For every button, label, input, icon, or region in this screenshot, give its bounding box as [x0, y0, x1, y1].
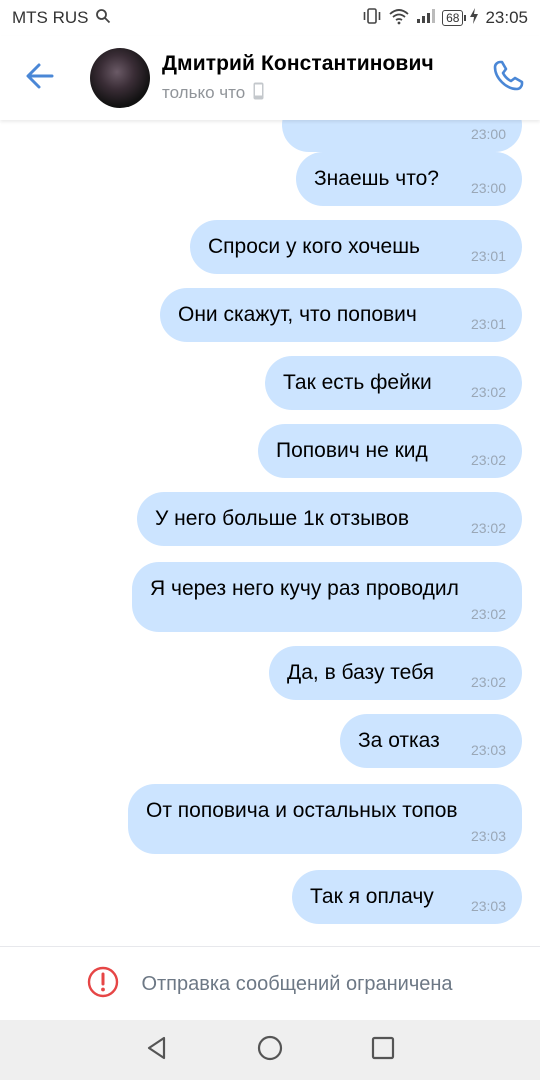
nav-back-button[interactable]	[137, 1030, 177, 1070]
message-time: 23:00	[470, 126, 506, 142]
mobile-phone-icon	[253, 82, 264, 105]
status-left: MTS RUS	[12, 8, 111, 29]
message-text: У него больше 1к отзывов	[155, 507, 409, 530]
vibrate-icon	[362, 7, 382, 30]
message-text: Так я оплачу	[310, 885, 434, 908]
message-bubble[interactable]: Спроси у кого хочешь 23:01	[190, 220, 522, 274]
contact-status: только что	[162, 82, 434, 105]
message-time: 23:02	[470, 384, 506, 400]
home-circle-icon	[256, 1034, 284, 1067]
chat-header: Дмитрий Константинович только что	[0, 36, 540, 120]
charging-icon	[469, 7, 479, 29]
back-triangle-icon	[144, 1035, 170, 1066]
message-text: Они скажут, что попович	[178, 303, 417, 326]
message-time: 23:02	[470, 452, 506, 468]
status-bar: MTS RUS 68 23:05	[0, 0, 540, 36]
nav-recents-button[interactable]	[363, 1030, 403, 1070]
message-time: 23:03	[470, 898, 506, 914]
message-time: 23:02	[470, 674, 506, 690]
battery-indicator: 68	[442, 10, 467, 26]
message-bubble[interactable]: Попович не кид 23:02	[258, 424, 522, 478]
message-text: За отказ	[358, 729, 440, 752]
restriction-notice: Отправка сообщений ограничена	[0, 946, 540, 1021]
avatar[interactable]	[90, 48, 150, 108]
clock-label: 23:05	[485, 8, 528, 27]
user-info[interactable]: Дмитрий Константинович только что	[162, 52, 434, 105]
last-seen-label: только что	[162, 83, 246, 102]
call-button[interactable]	[488, 58, 528, 98]
message-text: Знаешь что?	[314, 167, 439, 190]
message-text: Спроси у кого хочешь	[208, 235, 420, 258]
arrow-left-icon	[25, 62, 55, 95]
exclamation-circle-icon	[87, 966, 119, 1003]
message-time: 23:02	[470, 520, 506, 536]
system-nav-bar	[0, 1020, 540, 1080]
message-time: 23:00	[470, 180, 506, 196]
message-text: Попович не кид	[276, 439, 428, 462]
message-bubble[interactable]: Знаешь что? 23:00	[296, 152, 522, 206]
message-bubble[interactable]: 23:00	[282, 120, 522, 152]
message-bubble[interactable]: Они скажут, что попович 23:01	[160, 288, 522, 342]
message-bubble[interactable]: Да, в базу тебя 23:02	[269, 646, 522, 700]
message-time: 23:02	[470, 606, 506, 622]
message-text: Так есть фейки	[283, 371, 432, 394]
message-text: Да, в базу тебя	[287, 661, 435, 684]
message-list[interactable]: 23:00 Знаешь что? 23:00 Спроси у кого хо…	[0, 120, 540, 946]
message-text: Я через него кучу раз проводил	[150, 577, 459, 600]
back-button[interactable]	[0, 36, 80, 120]
search-icon	[95, 8, 111, 29]
recents-square-icon	[370, 1035, 396, 1066]
wifi-icon	[388, 7, 410, 30]
message-bubble[interactable]: Я через него кучу раз проводил 23:02	[132, 562, 522, 632]
restriction-text: Отправка сообщений ограничена	[141, 972, 453, 995]
contact-name: Дмитрий Константинович	[162, 51, 434, 75]
message-bubble[interactable]: От поповича и остальных топов 23:03	[128, 784, 522, 854]
message-time: 23:01	[470, 248, 506, 264]
status-right: 68 23:05	[362, 7, 528, 30]
message-bubble[interactable]: За отказ 23:03	[340, 714, 522, 768]
nav-home-button[interactable]	[250, 1030, 290, 1070]
message-bubble[interactable]: У него больше 1к отзывов 23:02	[137, 492, 522, 546]
message-bubble[interactable]: Так есть фейки 23:02	[265, 356, 522, 410]
message-time: 23:01	[470, 316, 506, 332]
message-text: От поповича и остальных топов	[146, 799, 458, 822]
signal-icon	[416, 8, 436, 29]
message-bubble[interactable]: Так я оплачу 23:03	[292, 870, 522, 924]
message-time: 23:03	[470, 742, 506, 758]
message-time: 23:03	[470, 828, 506, 844]
carrier-label: MTS RUS	[12, 8, 89, 27]
phone-icon	[491, 59, 525, 98]
